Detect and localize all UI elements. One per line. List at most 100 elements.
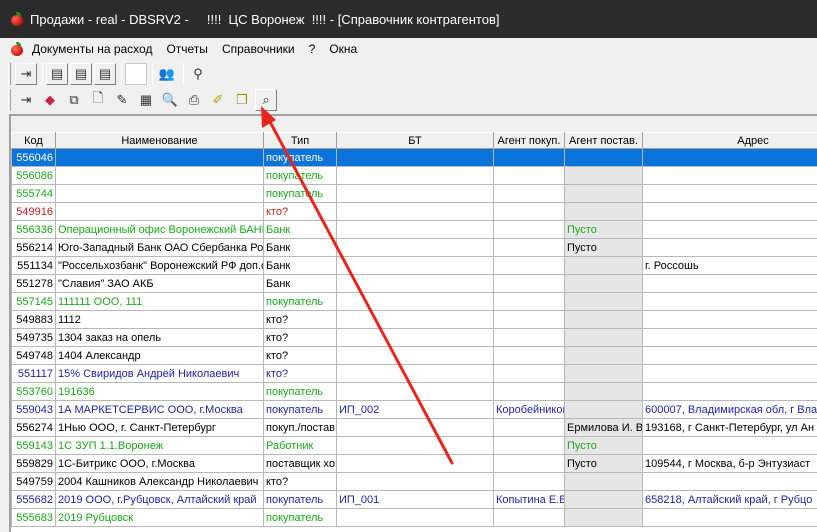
- table-row[interactable]: 556274 1Нью ООО, г. Санкт-Петербург покуп.…: [11, 418, 817, 437]
- menu-documents-expense[interactable]: Документы на расход: [32, 42, 152, 56]
- cell-buyer-agent[interactable]: [493, 382, 565, 401]
- cell-bt[interactable]: ИП_001: [336, 490, 494, 509]
- cell-address[interactable]: [642, 436, 817, 455]
- cell-code[interactable]: 556046: [11, 148, 56, 167]
- cell-buyer-agent[interactable]: [493, 346, 565, 365]
- table-row[interactable]: 556046 покупатель: [11, 148, 817, 167]
- table-row[interactable]: 549735 1304 заказ на опель кто?: [11, 328, 817, 347]
- cell-type[interactable]: покупатель: [263, 166, 337, 185]
- print-button[interactable]: ⎙: [183, 89, 205, 111]
- menu-reports[interactable]: Отчеты: [166, 42, 207, 56]
- cell-supplier-agent[interactable]: [564, 148, 643, 167]
- cell-bt[interactable]: [336, 220, 494, 239]
- cell-type[interactable]: покупатель: [263, 490, 337, 509]
- cell-name[interactable]: 191636: [55, 382, 264, 401]
- preview-button[interactable]: 🔍: [159, 89, 181, 111]
- cell-type[interactable]: Банк: [263, 274, 337, 293]
- cell-address[interactable]: [642, 364, 817, 383]
- toolbar-grip[interactable]: [8, 63, 11, 85]
- cell-bt[interactable]: [336, 418, 494, 437]
- pin-button[interactable]: ✐: [207, 89, 229, 111]
- cell-type[interactable]: Банк: [263, 238, 337, 257]
- cell-bt[interactable]: [336, 256, 494, 275]
- column-header-type[interactable]: Тип: [263, 132, 337, 149]
- cell-name[interactable]: 15% Свиридов Андрей Николаевич: [55, 364, 264, 383]
- cell-supplier-agent[interactable]: [564, 274, 643, 293]
- cell-address[interactable]: [642, 166, 817, 185]
- cell-supplier-agent[interactable]: [564, 382, 643, 401]
- exit-button[interactable]: ⇥: [15, 89, 37, 111]
- cell-code[interactable]: 549759: [11, 472, 56, 491]
- cell-supplier-agent[interactable]: [564, 256, 643, 275]
- cell-code[interactable]: 549735: [11, 328, 56, 347]
- column-header-name[interactable]: Наименование: [55, 132, 264, 149]
- cell-code[interactable]: 556214: [11, 238, 56, 257]
- cell-supplier-agent[interactable]: [564, 346, 643, 365]
- cell-code[interactable]: 549883: [11, 310, 56, 329]
- cell-bt[interactable]: [336, 364, 494, 383]
- cell-type[interactable]: покупатель: [263, 508, 337, 527]
- cell-buyer-agent[interactable]: [493, 238, 565, 257]
- cell-name[interactable]: 2019 ООО, г.Рубцовск, Алтайский край: [55, 490, 264, 509]
- cell-address[interactable]: 658218, Алтайский край, г Рубцо: [642, 490, 817, 509]
- cell-name[interactable]: Операционный офис Воронежский БАНК: [55, 220, 264, 239]
- menu-windows[interactable]: Окна: [329, 42, 357, 56]
- search-button[interactable]: ⌕: [255, 89, 277, 111]
- cell-code[interactable]: 551278: [11, 274, 56, 293]
- cell-supplier-agent[interactable]: [564, 292, 643, 311]
- cell-name[interactable]: "Славия" ЗАО АКБ: [55, 274, 264, 293]
- cell-code[interactable]: 549748: [11, 346, 56, 365]
- cell-supplier-agent[interactable]: [564, 184, 643, 203]
- cell-supplier-agent[interactable]: [564, 328, 643, 347]
- cell-code[interactable]: 551134: [11, 256, 56, 275]
- cell-type[interactable]: покупатель: [263, 400, 337, 419]
- cell-supplier-agent[interactable]: [564, 364, 643, 383]
- table-row[interactable]: 559829 1С-Битрикс ООО, г.Москва поставщик …: [11, 454, 817, 473]
- cell-name[interactable]: 1112: [55, 310, 264, 329]
- menu-directories[interactable]: Справочники: [222, 42, 295, 56]
- cell-supplier-agent[interactable]: Пусто: [564, 220, 643, 239]
- table-row[interactable]: 553760 191636 покупатель: [11, 382, 817, 401]
- edit-button[interactable]: ✎: [111, 89, 133, 111]
- cell-buyer-agent[interactable]: [493, 292, 565, 311]
- cell-type[interactable]: покуп./постав: [263, 418, 337, 437]
- people-button[interactable]: 👥: [156, 63, 178, 85]
- cell-type[interactable]: покупатель: [263, 148, 337, 167]
- table-row[interactable]: 551134 "Россельхозбанк" Воронежский РФ до…: [11, 256, 817, 275]
- user-search-button[interactable]: ⚲: [187, 63, 209, 85]
- cell-type[interactable]: кто?: [263, 202, 337, 221]
- cell-code[interactable]: 555682: [11, 490, 56, 509]
- cell-code[interactable]: 555683: [11, 508, 56, 527]
- cell-address[interactable]: [642, 148, 817, 167]
- back-button[interactable]: ◆: [39, 89, 61, 111]
- cell-buyer-agent[interactable]: [493, 202, 565, 221]
- cell-supplier-agent[interactable]: [564, 310, 643, 329]
- cell-supplier-agent[interactable]: Пусто: [564, 454, 643, 473]
- cell-address[interactable]: [642, 220, 817, 239]
- list-grid-button[interactable]: ▤: [46, 63, 68, 85]
- column-header-supplier-agent[interactable]: Агент постав.: [564, 132, 643, 149]
- cell-code[interactable]: 553760: [11, 382, 56, 401]
- cell-name[interactable]: 2004 Кашников Александр Николаевич: [55, 472, 264, 491]
- cell-address[interactable]: [642, 382, 817, 401]
- table-row[interactable]: 559143 1С ЗУП 1.1.Воронеж Работник Пусто: [11, 436, 817, 455]
- cell-type[interactable]: поставщик хо: [263, 454, 337, 473]
- cell-buyer-agent[interactable]: Коробейников: [493, 400, 565, 419]
- cell-buyer-agent[interactable]: [493, 454, 565, 473]
- cell-bt[interactable]: [336, 274, 494, 293]
- cell-code[interactable]: 557145: [11, 292, 56, 311]
- cell-bt[interactable]: [336, 436, 494, 455]
- cell-bt[interactable]: [336, 328, 494, 347]
- cell-name[interactable]: [55, 148, 264, 167]
- cell-supplier-agent[interactable]: [564, 202, 643, 221]
- cell-buyer-agent[interactable]: [493, 274, 565, 293]
- cell-supplier-agent[interactable]: [564, 508, 643, 527]
- cell-bt[interactable]: [336, 148, 494, 167]
- cell-bt[interactable]: [336, 454, 494, 473]
- cell-name[interactable]: [55, 166, 264, 185]
- exit-button[interactable]: ⇥: [15, 63, 37, 85]
- toolbar-grip[interactable]: [8, 89, 11, 111]
- cell-address[interactable]: г. Россошь: [642, 256, 817, 275]
- cell-type[interactable]: покупатель: [263, 292, 337, 311]
- cell-address[interactable]: [642, 328, 817, 347]
